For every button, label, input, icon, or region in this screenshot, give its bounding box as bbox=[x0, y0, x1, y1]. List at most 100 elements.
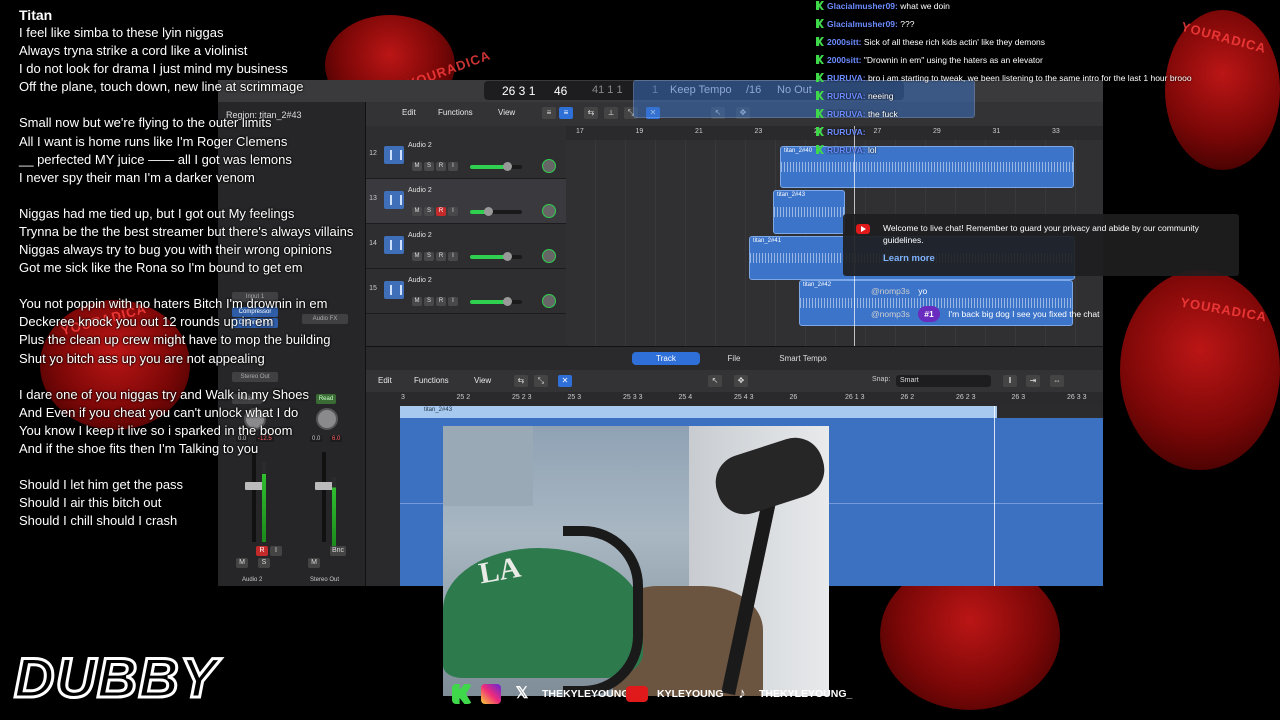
editor-toolbar: Edit Functions View ⇆ ⤡ ✕ ↖ ✥ Snap: Smar… bbox=[366, 370, 1103, 392]
editor-functions-menu[interactable]: Functions bbox=[414, 376, 449, 385]
editor-catch-icon[interactable]: ⇆ bbox=[514, 375, 528, 387]
track-name[interactable]: Audio 2 bbox=[408, 142, 432, 149]
kick-badge-icon bbox=[816, 91, 824, 100]
editor-region-header[interactable]: titan_2#43 bbox=[400, 406, 997, 418]
region-name: titan_2#42 bbox=[803, 282, 832, 288]
chat-username[interactable]: Glacialmusher09: bbox=[827, 1, 898, 11]
chat-username[interactable]: RURUVA: bbox=[827, 145, 866, 155]
pan-knob[interactable] bbox=[542, 249, 556, 263]
mute-button[interactable]: M bbox=[412, 162, 422, 171]
editor-region-end-marker[interactable] bbox=[994, 406, 995, 586]
editor-secondary-tool-icon[interactable]: ✥ bbox=[734, 375, 748, 387]
chat-username[interactable]: RURUVA: bbox=[827, 91, 866, 101]
webcam-background-shelf bbox=[443, 426, 533, 506]
volume-slider[interactable] bbox=[470, 252, 522, 261]
x-icon: 𝕏 bbox=[515, 685, 529, 702]
notice-message: Welcome to live chat! Remember to guard … bbox=[883, 223, 1199, 245]
track-name[interactable]: Audio 2 bbox=[408, 232, 432, 239]
input-monitor-button[interactable]: I bbox=[270, 546, 282, 556]
editor-zoom-slider-icon[interactable]: ⇔ bbox=[1050, 375, 1064, 387]
volume-slider[interactable] bbox=[470, 162, 522, 171]
chat-username[interactable]: RURUVA: bbox=[827, 73, 866, 83]
track-header[interactable]: 14 Audio 2MSRI bbox=[366, 224, 566, 269]
ruler-bar-number: 33 bbox=[1052, 128, 1060, 135]
volume-thumb[interactable] bbox=[503, 162, 513, 171]
mute-button-left[interactable]: M bbox=[236, 558, 248, 568]
editor-fit-icon[interactable]: ⇥ bbox=[1026, 375, 1040, 387]
record-arm-button[interactable]: R bbox=[436, 252, 446, 261]
mute-button-right[interactable]: M bbox=[308, 558, 320, 568]
flex-icon[interactable]: ⟂ bbox=[604, 107, 618, 119]
chat-username[interactable]: 2000sitt: bbox=[827, 37, 862, 47]
volume-thumb[interactable] bbox=[503, 297, 513, 306]
chat-username[interactable]: RURUVA: bbox=[827, 109, 866, 119]
chat-text: yo bbox=[918, 286, 928, 296]
chat-username[interactable]: RURUVA: bbox=[827, 127, 866, 137]
editor-ruler-label: 25 3 bbox=[567, 394, 582, 401]
record-arm-button[interactable]: R bbox=[436, 162, 446, 171]
solo-button[interactable]: S bbox=[424, 162, 434, 171]
track-name[interactable]: Audio 2 bbox=[408, 277, 432, 284]
bounce-button[interactable]: Bnc bbox=[330, 546, 346, 556]
audio-region[interactable] bbox=[633, 80, 975, 118]
tab-smart-tempo[interactable]: Smart Tempo bbox=[768, 352, 838, 365]
solo-button[interactable]: S bbox=[424, 252, 434, 261]
grid-view-icon[interactable]: ≡ bbox=[559, 107, 573, 119]
ruler-bar-number: 23 bbox=[754, 128, 763, 135]
track-header[interactable]: 13 Audio 2MSRI bbox=[366, 179, 566, 224]
record-enable-button[interactable]: R bbox=[256, 546, 268, 556]
input-monitor-button[interactable]: I bbox=[448, 297, 458, 306]
track-name[interactable]: Audio 2 bbox=[408, 187, 432, 194]
input-monitor-button[interactable]: I bbox=[448, 207, 458, 216]
record-arm-button[interactable]: R bbox=[436, 297, 446, 306]
kick-badge-icon bbox=[816, 73, 824, 82]
functions-menu[interactable]: Functions bbox=[438, 108, 473, 117]
volume-slider[interactable] bbox=[470, 297, 522, 306]
volume-slider[interactable] bbox=[470, 207, 522, 216]
mute-button[interactable]: M bbox=[412, 252, 422, 261]
pan-knob[interactable] bbox=[542, 204, 556, 218]
mute-button[interactable]: M bbox=[412, 297, 422, 306]
input-monitor-button[interactable]: I bbox=[448, 252, 458, 261]
chat-username[interactable]: Glacialmusher09: bbox=[827, 19, 898, 29]
volume-thumb[interactable] bbox=[484, 207, 494, 216]
tab-file[interactable]: File bbox=[710, 352, 758, 365]
editor-zoom-icon[interactable]: ⤡ bbox=[534, 375, 548, 387]
record-arm-button[interactable]: R bbox=[436, 207, 446, 216]
track-header[interactable]: 12 Audio 2MSRI bbox=[366, 134, 566, 179]
lyrics-line: I feel like simba to these lyin niggas bbox=[19, 25, 224, 41]
editor-ruler[interactable]: 3 25 2 25 2 3 25 3 25 3 3 25 4 25 4 3 26 26 1 3 2… bbox=[366, 392, 1103, 406]
solo-button-left[interactable]: S bbox=[258, 558, 270, 568]
lcd-locator: 41 1 1 bbox=[592, 84, 623, 96]
pan-knob[interactable] bbox=[542, 159, 556, 173]
ruler-bar-number: 17 bbox=[576, 128, 584, 135]
list-view-icon[interactable]: ≡ bbox=[542, 107, 556, 119]
mute-button[interactable]: M bbox=[412, 207, 422, 216]
tab-track[interactable]: Track bbox=[632, 352, 700, 365]
solo-button[interactable]: S bbox=[424, 207, 434, 216]
editor-pause-icon[interactable]: ‖ bbox=[1003, 375, 1017, 387]
view-menu[interactable]: View bbox=[498, 108, 515, 117]
volume-thumb[interactable] bbox=[503, 252, 513, 261]
catch-icon[interactable]: ⇆ bbox=[584, 107, 598, 119]
editor-snap-icon[interactable]: ✕ bbox=[558, 375, 572, 387]
chat-text: ??? bbox=[900, 19, 915, 29]
editor-ruler-label: 26 3 3 bbox=[1067, 394, 1087, 401]
chat-username[interactable]: 2000sitt: bbox=[827, 55, 862, 65]
track-header[interactable]: 15 Audio 2MSRI bbox=[366, 269, 566, 314]
input-monitor-button[interactable]: I bbox=[448, 162, 458, 171]
pan-knob[interactable] bbox=[542, 294, 556, 308]
snap-select[interactable]: Smart bbox=[896, 375, 991, 387]
chat-text: "Drownin in em" using the haters as an e… bbox=[863, 55, 1043, 65]
editor-pointer-icon[interactable]: ↖ bbox=[708, 375, 722, 387]
chat-message: RURUVA: bro i am starting to tweak, we b… bbox=[816, 73, 1192, 83]
chat-username[interactable]: @nomp3s bbox=[871, 286, 910, 296]
learn-more-link[interactable]: Learn more bbox=[883, 253, 935, 264]
chat-username[interactable]: @nomp3s bbox=[871, 309, 910, 319]
edit-menu[interactable]: Edit bbox=[402, 108, 416, 117]
lyrics-line: And Even if you cheat you can't unlock w… bbox=[19, 404, 299, 420]
solo-button[interactable]: S bbox=[424, 297, 434, 306]
ruler-bar-number: 19 bbox=[635, 128, 644, 135]
editor-view-menu[interactable]: View bbox=[474, 376, 491, 385]
audio-region[interactable]: titan_2#43 bbox=[773, 190, 845, 234]
